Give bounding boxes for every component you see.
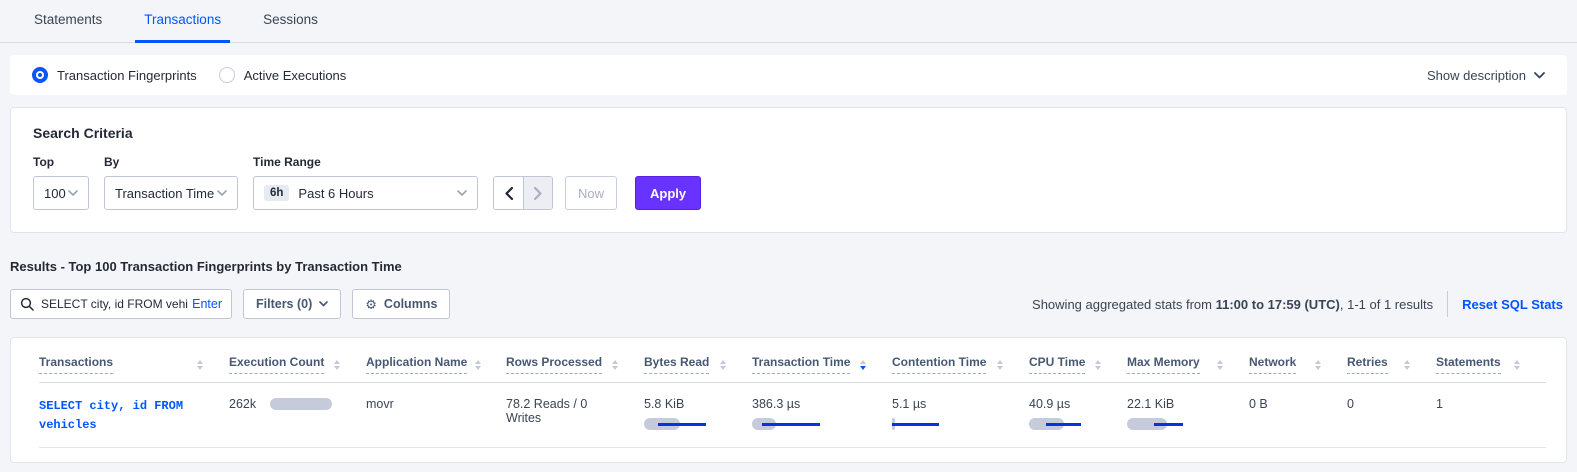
top-label: Top <box>33 155 89 169</box>
filters-label: Filters (0) <box>256 297 312 311</box>
network-value: 0 B <box>1249 397 1347 411</box>
top-select[interactable]: 100 <box>33 176 89 210</box>
results-heading: Results - Top 100 Transaction Fingerprin… <box>10 259 1567 274</box>
sort-icon <box>612 360 618 370</box>
chevron-left-icon <box>505 187 513 200</box>
sort-icon <box>1217 360 1223 370</box>
chevron-down-icon <box>217 190 227 196</box>
contention-time-value: 5.1 µs <box>892 397 1003 411</box>
execution-count-bar <box>270 398 332 410</box>
next-window-button[interactable] <box>523 177 552 209</box>
search-enter-button[interactable]: Enter <box>192 297 222 311</box>
aggregated-stats-text: Showing aggregated stats from 11:00 to 1… <box>1032 297 1433 312</box>
retries-value: 0 <box>1347 397 1436 411</box>
time-range-value: Past 6 Hours <box>298 186 373 201</box>
show-description-toggle[interactable]: Show description <box>1427 68 1545 83</box>
search-input[interactable] <box>41 297 188 311</box>
chevron-down-icon <box>457 190 467 196</box>
radio-selected-icon <box>32 67 48 83</box>
by-select[interactable]: Transaction Time <box>104 176 238 210</box>
sort-icon <box>197 360 203 370</box>
column-header-network[interactable]: Network <box>1249 355 1347 374</box>
time-window-pager <box>493 176 553 210</box>
column-header-cpu-time[interactable]: CPU Time <box>1029 355 1127 374</box>
bytes-read-value: 5.8 KiB <box>644 397 726 411</box>
gear-icon: ⚙ <box>365 298 377 311</box>
reset-sql-stats-link[interactable]: Reset SQL Stats <box>1462 297 1563 312</box>
view-toggle-strip: Transaction Fingerprints Active Executio… <box>10 55 1567 95</box>
tab-transactions[interactable]: Transactions <box>135 0 230 43</box>
columns-label: Columns <box>384 297 437 311</box>
rows-processed-value: 78.2 Reads / 0 Writes <box>506 397 644 425</box>
column-header-transactions[interactable]: Transactions <box>39 355 229 374</box>
top-select-value: 100 <box>44 186 66 201</box>
sort-icon <box>860 360 866 370</box>
divider <box>1447 291 1448 317</box>
previous-window-button[interactable] <box>494 177 523 209</box>
radio-transaction-fingerprints[interactable]: Transaction Fingerprints <box>32 67 197 83</box>
column-header-bytes-read[interactable]: Bytes Read <box>644 355 752 374</box>
transaction-time-value: 386.3 µs <box>752 397 866 411</box>
now-button[interactable]: Now <box>565 176 617 210</box>
column-header-rows-processed[interactable]: Rows Processed <box>506 355 644 374</box>
time-range-label: Time Range <box>253 155 478 169</box>
chevron-down-icon <box>1534 72 1545 79</box>
max-memory-value: 22.1 KiB <box>1127 397 1223 411</box>
chevron-right-icon <box>534 187 542 200</box>
table-row: SELECT city, id FROM vehicles 262k movr … <box>39 383 1546 448</box>
table-header-row: Transactions Execution Count Application… <box>39 338 1546 383</box>
search-criteria-card: Search Criteria Top 100 By Transaction T… <box>10 107 1567 233</box>
radio-label: Active Executions <box>244 68 347 83</box>
transactions-table: Transactions Execution Count Application… <box>10 337 1567 463</box>
tab-statements[interactable]: Statements <box>25 0 111 43</box>
show-description-label: Show description <box>1427 68 1526 83</box>
sort-icon <box>1095 360 1101 370</box>
search-icon <box>20 297 34 311</box>
radio-active-executions[interactable]: Active Executions <box>219 67 347 83</box>
application-name-value: movr <box>366 397 506 411</box>
sort-icon <box>1514 360 1520 370</box>
columns-button[interactable]: ⚙ Columns <box>352 289 450 319</box>
cpu-time-value: 40.9 µs <box>1029 397 1101 411</box>
statements-value: 1 <box>1436 397 1546 411</box>
column-header-application-name[interactable]: Application Name <box>366 355 506 374</box>
column-header-contention-time[interactable]: Contention Time <box>892 355 1029 374</box>
tab-sessions[interactable]: Sessions <box>254 0 327 43</box>
radio-unselected-icon <box>219 67 235 83</box>
sort-icon <box>334 360 340 370</box>
radio-label: Transaction Fingerprints <box>57 68 197 83</box>
search-criteria-title: Search Criteria <box>33 125 1544 141</box>
column-header-retries[interactable]: Retries <box>1347 355 1436 374</box>
filters-button[interactable]: Filters (0) <box>243 289 341 319</box>
transactions-page: Statements Transactions Sessions Transac… <box>0 0 1577 472</box>
column-header-execution-count[interactable]: Execution Count <box>229 355 366 374</box>
sort-icon <box>1404 360 1410 370</box>
sort-icon <box>720 360 726 370</box>
column-header-transaction-time[interactable]: Transaction Time <box>752 355 892 374</box>
column-header-statements[interactable]: Statements <box>1436 355 1546 374</box>
by-select-value: Transaction Time <box>115 186 214 201</box>
transaction-fingerprint-link[interactable]: SELECT city, id FROM vehicles <box>39 397 191 434</box>
top-tab-bar: Statements Transactions Sessions <box>0 0 1577 43</box>
sort-icon <box>475 360 481 370</box>
chevron-down-icon <box>319 301 328 307</box>
column-header-max-memory[interactable]: Max Memory <box>1127 355 1249 374</box>
sql-search-box[interactable]: Enter <box>10 289 232 319</box>
chevron-down-icon <box>68 190 78 196</box>
execution-count-value: 262k <box>229 397 256 411</box>
results-toolbar: Enter Filters (0) ⚙ Columns Showing aggr… <box>10 289 1567 319</box>
time-range-badge: 6h <box>264 185 289 201</box>
sort-icon <box>1315 360 1321 370</box>
apply-button[interactable]: Apply <box>635 176 701 210</box>
time-range-select[interactable]: 6h Past 6 Hours <box>253 176 478 210</box>
by-label: By <box>104 155 238 169</box>
sort-icon <box>997 360 1003 370</box>
